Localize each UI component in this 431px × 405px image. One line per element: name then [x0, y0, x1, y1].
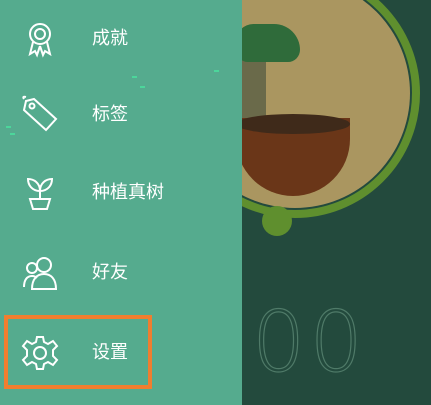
menu-label-plant-real-trees: 种植真树 — [92, 182, 164, 203]
menu-item-friends[interactable]: 好友 — [0, 234, 242, 312]
menu-item-plant-real-trees[interactable]: 种植真树 — [0, 154, 242, 232]
menu-label-friends: 好友 — [92, 262, 128, 283]
sprout-icon — [20, 173, 60, 213]
menu-label-tags: 标签 — [92, 104, 128, 125]
menu-item-achievements[interactable]: 成就 — [0, 0, 242, 78]
tree-canopy — [236, 24, 300, 62]
achievement-medal-icon — [20, 19, 60, 59]
menu-item-tags[interactable]: 标签 — [0, 76, 242, 154]
timer-display: 00 — [251, 292, 367, 391]
timer-drag-handle[interactable] — [262, 206, 292, 236]
tag-icon — [20, 95, 60, 135]
friends-icon — [20, 253, 60, 293]
soil-surface — [236, 114, 350, 134]
settings-highlight-box — [4, 315, 152, 389]
menu-label-achievements: 成就 — [92, 28, 128, 49]
side-drawer: 成就 标签 种植真树 好友 设置 — [0, 0, 242, 405]
